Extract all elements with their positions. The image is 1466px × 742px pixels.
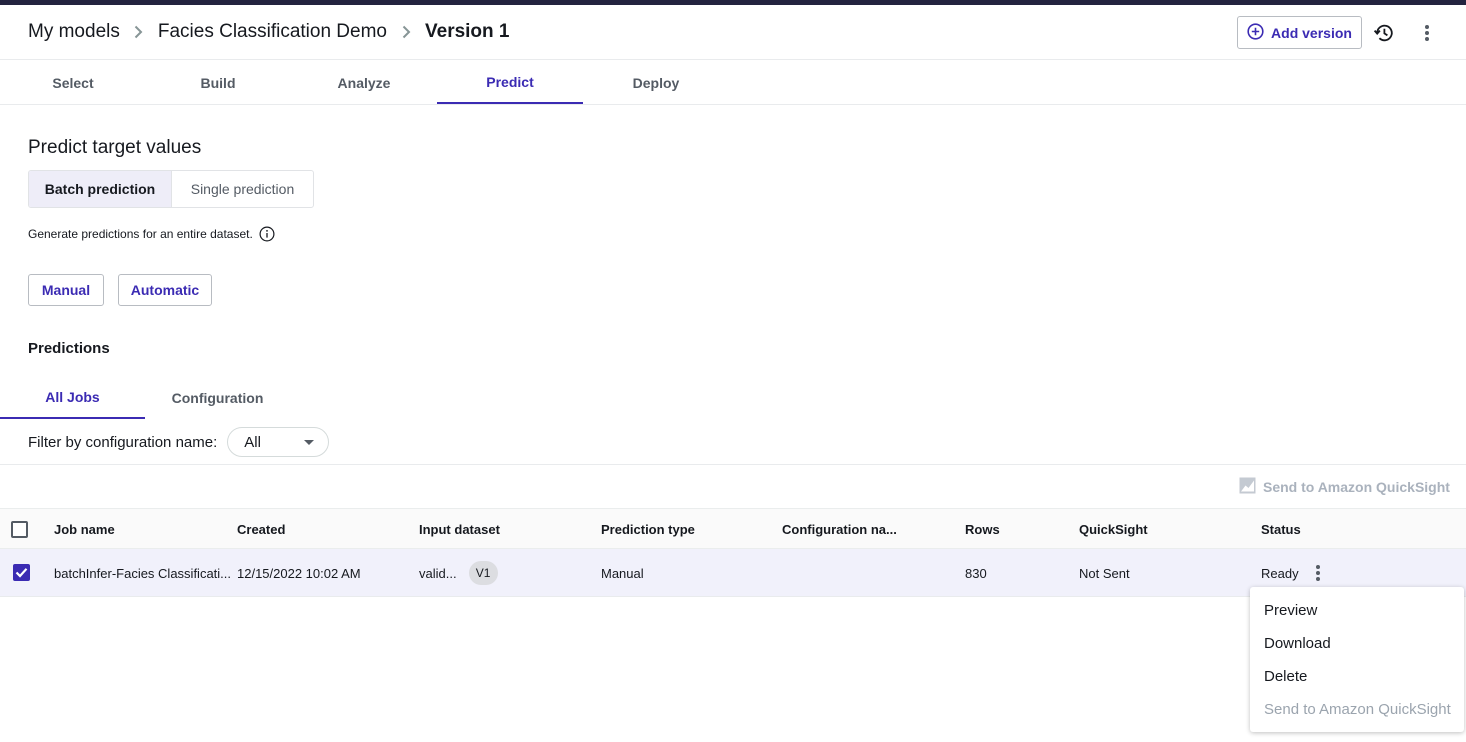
menu-item-send-to-quicksight: Send to Amazon QuickSight (1264, 701, 1451, 718)
menu-item-delete[interactable]: Delete (1250, 660, 1464, 693)
single-prediction-tab[interactable]: Single prediction (172, 171, 313, 207)
input-dataset-name: valid... (419, 565, 457, 581)
prediction-type-cell: Manual (601, 565, 644, 581)
tab-deploy[interactable]: Deploy (583, 61, 729, 104)
configuration-filter-select[interactable]: All (227, 427, 330, 457)
breadcrumb: My models Facies Classification Demo Ver… (28, 21, 510, 43)
plus-circle-icon (1247, 22, 1264, 43)
filter-row: Filter by configuration name: All (28, 427, 330, 457)
table-header: Job name Created Input dataset Predictio… (0, 508, 1466, 549)
automatic-button[interactable]: Automatic (118, 274, 212, 306)
history-icon[interactable] (1373, 22, 1395, 44)
send-to-quicksight-label: Send to Amazon QuickSight (1263, 479, 1450, 495)
job-name-cell: batchInfer-Facies Classificati... (54, 565, 232, 581)
checkmark-icon (15, 568, 28, 578)
row-actions-menu: Preview Download Delete Send to Amazon Q… (1250, 587, 1464, 732)
column-rows[interactable]: Rows (965, 509, 1000, 550)
main-tabs: Select Build Analyze Predict Deploy (0, 61, 1466, 105)
manual-button[interactable]: Manual (28, 274, 104, 306)
column-status[interactable]: Status (1261, 509, 1301, 550)
table-row[interactable]: batchInfer-Facies Classificati... 12/15/… (0, 549, 1466, 597)
chevron-right-icon (399, 22, 413, 42)
breadcrumb-my-models[interactable]: My models (28, 21, 120, 43)
row-checkbox[interactable] (13, 564, 30, 581)
prediction-mode-toggle: Batch prediction Single prediction (28, 170, 314, 208)
predictions-title: Predictions (28, 340, 110, 357)
select-all-checkbox[interactable] (11, 521, 28, 538)
chart-icon (1239, 477, 1256, 497)
column-configuration-name[interactable]: Configuration na... (782, 509, 897, 550)
tab-predict[interactable]: Predict (437, 61, 583, 104)
add-version-button[interactable]: Add version (1237, 16, 1362, 49)
header: My models Facies Classification Demo Ver… (0, 5, 1466, 60)
send-to-quicksight-button[interactable]: Send to Amazon QuickSight (1239, 477, 1450, 497)
batch-prediction-tab[interactable]: Batch prediction (29, 171, 172, 207)
tab-analyze[interactable]: Analyze (291, 61, 437, 104)
breadcrumb-version: Version 1 (425, 21, 510, 42)
column-job-name[interactable]: Job name (54, 509, 115, 550)
tab-select[interactable]: Select (0, 61, 146, 104)
dataset-version-badge: V1 (468, 561, 498, 585)
tab-all-jobs[interactable]: All Jobs (0, 376, 145, 419)
tab-build[interactable]: Build (145, 61, 291, 104)
description-text: Generate predictions for an entire datas… (28, 227, 253, 241)
info-icon[interactable] (259, 226, 275, 242)
menu-item-download[interactable]: Download (1250, 627, 1464, 660)
filter-label: Filter by configuration name: (28, 433, 218, 451)
row-actions-icon[interactable] (1313, 563, 1323, 583)
more-options-icon[interactable] (1417, 22, 1437, 44)
section-title: Predict target values (28, 137, 202, 158)
add-version-label: Add version (1271, 24, 1352, 41)
quicksight-cell: Not Sent (1079, 565, 1130, 581)
caret-down-icon (304, 439, 315, 445)
breadcrumb-model[interactable]: Facies Classification Demo (158, 21, 387, 43)
column-created[interactable]: Created (237, 509, 285, 550)
column-prediction-type[interactable]: Prediction type (601, 509, 695, 550)
column-quicksight[interactable]: QuickSight (1079, 509, 1148, 550)
rows-cell: 830 (965, 565, 987, 581)
predictions-tabs: All Jobs Configuration (0, 376, 300, 419)
chevron-right-icon (132, 22, 146, 42)
divider (0, 464, 1466, 465)
created-cell: 12/15/2022 10:02 AM (237, 565, 361, 581)
tab-configuration[interactable]: Configuration (145, 376, 290, 419)
filter-value: All (244, 433, 261, 451)
description: Generate predictions for an entire datas… (28, 226, 275, 242)
menu-item-preview[interactable]: Preview (1250, 594, 1464, 627)
column-input-dataset[interactable]: Input dataset (419, 509, 500, 550)
input-dataset-cell: valid... V1 (419, 549, 498, 597)
